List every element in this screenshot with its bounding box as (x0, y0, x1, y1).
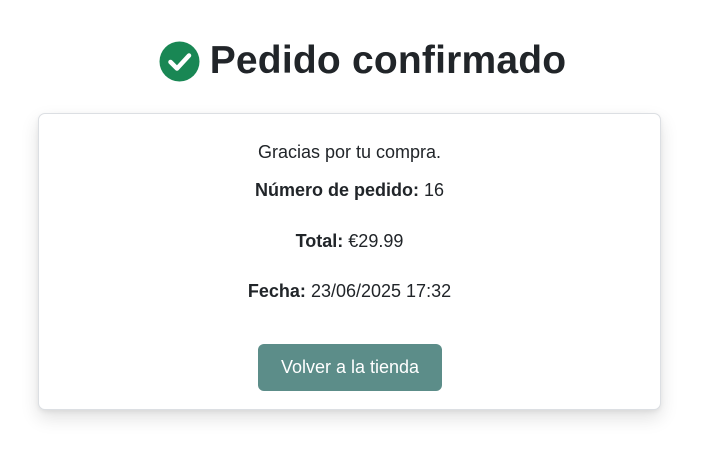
page-title: Pedido confirmado (209, 39, 567, 82)
date-value: 23/06/2025 17:32 (310, 281, 452, 301)
order-confirmation-page: Pedido confirmado Gracias por tu compra.… (0, 0, 725, 468)
total-row: Total: €29.99 (39, 230, 660, 252)
order-number-value: 16 (424, 180, 445, 200)
order-summary-card: Gracias por tu compra. Número de pedido:… (38, 113, 661, 410)
thanks-message: Gracias por tu compra. (257, 142, 442, 162)
total-value: €29.99 (348, 231, 404, 251)
back-to-store-button[interactable]: Volver a la tienda (258, 344, 442, 391)
date-label: Fecha: (247, 281, 306, 301)
check-circle-icon (159, 41, 200, 82)
total-label: Total: (295, 231, 344, 251)
page-header: Pedido confirmado (0, 38, 725, 84)
order-number-label: Número de pedido: (254, 180, 419, 200)
order-number-row: Número de pedido: 16 (39, 179, 660, 201)
date-row: Fecha: 23/06/2025 17:32 (39, 280, 660, 302)
